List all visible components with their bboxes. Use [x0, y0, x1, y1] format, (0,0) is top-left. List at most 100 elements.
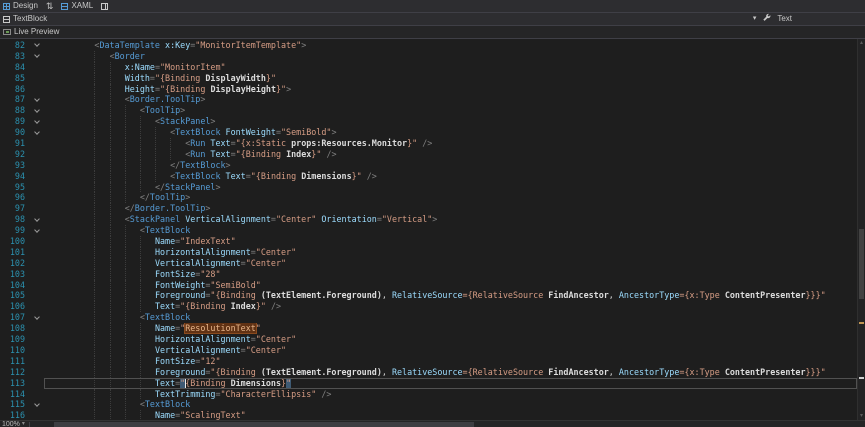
line-number[interactable]: 102	[0, 258, 30, 269]
line-number[interactable]: 83	[0, 51, 30, 62]
line-number[interactable]: 84	[0, 62, 30, 73]
line-number[interactable]: 105	[0, 290, 30, 301]
code-line[interactable]: 102 VerticalAlignment="Center"	[0, 258, 857, 269]
fold-chevron-icon[interactable]	[30, 312, 44, 323]
swap-panes-icon[interactable]: ⇅	[46, 0, 54, 12]
scrollbar-down-arrow-icon[interactable]: ▾	[858, 412, 865, 420]
line-number[interactable]: 98	[0, 214, 30, 225]
line-number[interactable]: 91	[0, 138, 30, 149]
code-line[interactable]: 101 HorizontalAlignment="Center"	[0, 247, 857, 258]
code-line[interactable]: 100 Name="IndexText"	[0, 236, 857, 247]
code-line[interactable]: 90 <TextBlock FontWeight="SemiBold">	[0, 127, 857, 138]
fold-chevron-icon[interactable]	[30, 116, 44, 127]
code-line[interactable]: 97 </Border.ToolTip>	[0, 203, 857, 214]
code-line[interactable]: 111 FontSize="12"	[0, 356, 857, 367]
code-line[interactable]: 108 Name="ResolutionText"	[0, 323, 857, 334]
line-number[interactable]: 114	[0, 389, 30, 400]
xaml-tab[interactable]: XAML	[61, 0, 93, 12]
line-number[interactable]: 87	[0, 94, 30, 105]
line-number[interactable]: 97	[0, 203, 30, 214]
scrollbar-up-arrow-icon[interactable]: ▴	[858, 39, 865, 47]
line-number[interactable]: 106	[0, 301, 30, 312]
code-line[interactable]: 104 FontWeight="SemiBold"	[0, 280, 857, 291]
code-line[interactable]: 107 <TextBlock	[0, 312, 857, 323]
indent-guide	[125, 312, 126, 323]
line-number[interactable]: 113	[0, 378, 30, 389]
code-line[interactable]: 95 </StackPanel>	[0, 182, 857, 193]
fold-chevron-icon[interactable]	[30, 40, 44, 51]
line-number[interactable]: 109	[0, 334, 30, 345]
line-number[interactable]: 104	[0, 280, 30, 291]
split-view-icon[interactable]	[101, 3, 108, 10]
horizontal-scrollbar[interactable]	[34, 422, 863, 427]
zoom-control[interactable]: 100% ▾	[2, 421, 25, 427]
line-number[interactable]: 110	[0, 345, 30, 356]
code-line[interactable]: 93 </TextBlock>	[0, 160, 857, 171]
code-line[interactable]: 88 <ToolTip>	[0, 105, 857, 116]
line-number[interactable]: 101	[0, 247, 30, 258]
line-number[interactable]: 108	[0, 323, 30, 334]
code-line[interactable]: 87 <Border.ToolTip>	[0, 94, 857, 105]
fold-chevron-icon[interactable]	[30, 214, 44, 225]
fold-chevron-icon[interactable]	[30, 51, 44, 62]
code-line[interactable]: 112 Foreground="{Binding (TextElement.Fo…	[0, 367, 857, 378]
chevron-down-icon[interactable]: ▾	[753, 13, 757, 25]
fold-margin	[30, 62, 44, 73]
line-number[interactable]: 112	[0, 367, 30, 378]
vertical-scrollbar[interactable]: ▴ ▾	[857, 39, 865, 420]
fold-chevron-icon[interactable]	[30, 225, 44, 236]
fold-chevron-icon[interactable]	[30, 94, 44, 105]
vertical-scrollbar-thumb[interactable]	[859, 229, 864, 299]
code-line[interactable]: 115 <TextBlock	[0, 399, 857, 410]
code-line[interactable]: 114 TextTrimming="CharacterEllipsis" />	[0, 389, 857, 400]
element-breadcrumb[interactable]: TextBlock	[3, 13, 47, 25]
line-number[interactable]: 99	[0, 225, 30, 236]
line-number[interactable]: 82	[0, 40, 30, 51]
code-editor[interactable]: 82 <DataTemplate x:Key="MonitorItemTempl…	[0, 39, 865, 420]
line-number[interactable]: 88	[0, 105, 30, 116]
line-number[interactable]: 107	[0, 312, 30, 323]
code-line[interactable]: 98 <StackPanel VerticalAlignment="Center…	[0, 214, 857, 225]
line-number[interactable]: 86	[0, 84, 30, 95]
code-line[interactable]: 91 <Run Text="{x:Static props:Resources.…	[0, 138, 857, 149]
code-line[interactable]: 85 Width="{Binding DisplayWidth}"	[0, 73, 857, 84]
code-line[interactable]: 109 HorizontalAlignment="Center"	[0, 334, 857, 345]
horizontal-scrollbar-thumb[interactable]	[54, 422, 474, 427]
fold-chevron-icon[interactable]	[30, 105, 44, 116]
line-number[interactable]: 111	[0, 356, 30, 367]
line-number[interactable]: 96	[0, 192, 30, 203]
code-line[interactable]: 106 Text="{Binding Index}" />	[0, 301, 857, 312]
design-tab[interactable]: Design	[3, 0, 38, 12]
code-lines[interactable]: 82 <DataTemplate x:Key="MonitorItemTempl…	[0, 40, 857, 420]
code-line[interactable]: 94 <TextBlock Text="{Binding Dimensions}…	[0, 171, 857, 182]
code-line[interactable]: 83 <Border	[0, 51, 857, 62]
line-number[interactable]: 103	[0, 269, 30, 280]
line-number[interactable]: 85	[0, 73, 30, 84]
fold-chevron-icon[interactable]	[30, 399, 44, 410]
code-line[interactable]: 92 <Run Text="{Binding Index}" />	[0, 149, 857, 160]
code-line[interactable]: 82 <DataTemplate x:Key="MonitorItemTempl…	[0, 40, 857, 51]
code-line[interactable]: 99 <TextBlock	[0, 225, 857, 236]
line-number[interactable]: 95	[0, 182, 30, 193]
code-line[interactable]: 96 </ToolTip>	[0, 192, 857, 203]
line-number[interactable]: 89	[0, 116, 30, 127]
fold-chevron-icon[interactable]	[30, 127, 44, 138]
line-number[interactable]: 92	[0, 149, 30, 160]
line-number[interactable]: 100	[0, 236, 30, 247]
line-number[interactable]: 93	[0, 160, 30, 171]
code-line[interactable]: 103 FontSize="28"	[0, 269, 857, 280]
code-line[interactable]: 116 Name="ScalingText"	[0, 410, 857, 420]
code-line-current[interactable]: 113 Text="{Binding Dimensions}"	[0, 378, 857, 389]
line-number[interactable]: 116	[0, 410, 30, 420]
line-number[interactable]: 94	[0, 171, 30, 182]
code-line[interactable]: 86 Height="{Binding DisplayHeight}">	[0, 84, 857, 95]
code-line[interactable]: 110 VerticalAlignment="Center"	[0, 345, 857, 356]
line-number[interactable]: 90	[0, 127, 30, 138]
code-line[interactable]: 105 Foreground="{Binding (TextElement.Fo…	[0, 290, 857, 301]
live-preview-button[interactable]: Live Preview	[3, 26, 59, 38]
code-text: <StackPanel VerticalAlignment="Center" O…	[44, 214, 857, 225]
property-label[interactable]: Text	[777, 13, 792, 25]
code-line[interactable]: 84 x:Name="MonitorItem"	[0, 62, 857, 73]
code-line[interactable]: 89 <StackPanel>	[0, 116, 857, 127]
line-number[interactable]: 115	[0, 399, 30, 410]
